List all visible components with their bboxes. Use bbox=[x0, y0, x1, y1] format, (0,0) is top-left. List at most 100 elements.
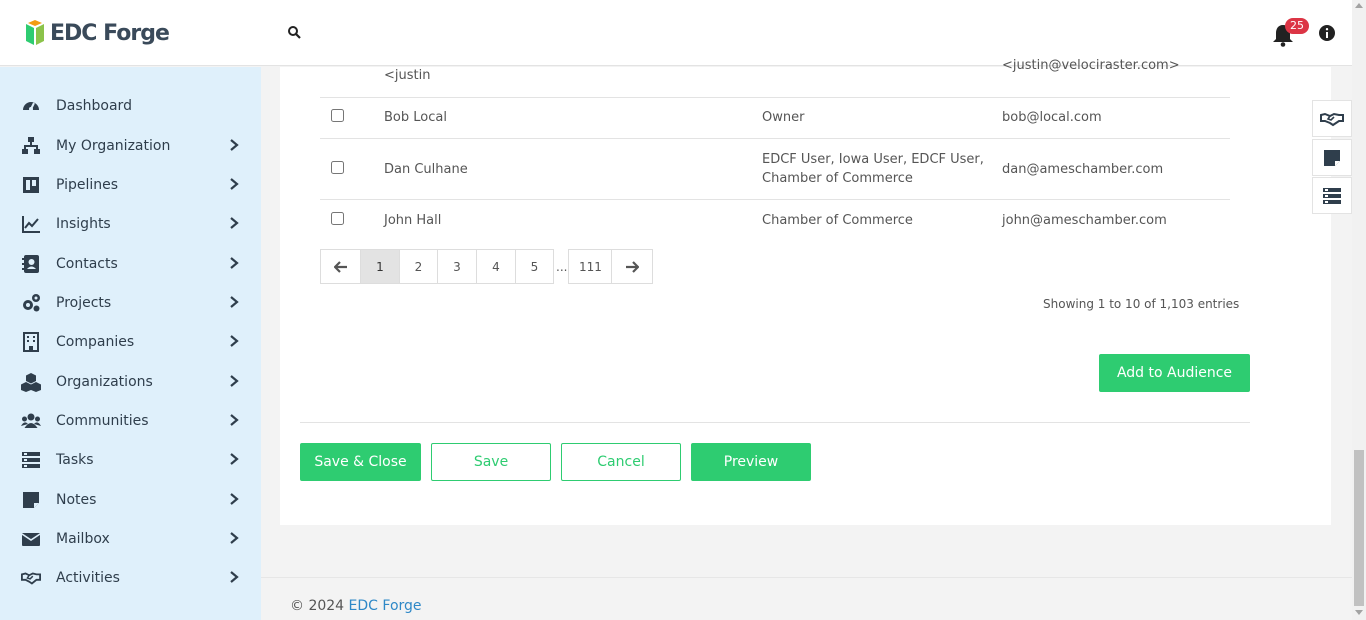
sidebar-item-label: Projects bbox=[56, 295, 112, 311]
sidebar-item-mailbox[interactable]: Mailbox bbox=[0, 521, 261, 557]
notification-count-badge: 25 bbox=[1285, 18, 1309, 34]
note-icon bbox=[1324, 149, 1340, 166]
next-page-button[interactable] bbox=[611, 249, 654, 284]
contact-name-cell: Dan Culhane bbox=[384, 162, 468, 177]
chevron-right-icon bbox=[230, 375, 239, 387]
task-tool-button[interactable] bbox=[1312, 177, 1352, 214]
entries-info: Showing 1 to 10 of 1,103 entries bbox=[1043, 297, 1240, 311]
sitemap-icon bbox=[22, 137, 40, 154]
scroll-up-arrow-icon[interactable] bbox=[1355, 3, 1363, 8]
sidebar-item-label: Dashboard bbox=[56, 98, 132, 114]
handshake-icon bbox=[1320, 112, 1344, 126]
sidebar-item-insights[interactable]: Insights bbox=[0, 206, 261, 242]
scrollbar-thumb[interactable] bbox=[1354, 450, 1364, 606]
section-divider bbox=[300, 422, 1250, 423]
preview-button[interactable]: Preview bbox=[691, 443, 811, 481]
contact-role-cell: Chamber of Commerce bbox=[762, 213, 913, 228]
sidebar-item-label: My Organization bbox=[56, 138, 171, 154]
prev-page-button[interactable] bbox=[320, 249, 361, 284]
footer-brand-link[interactable]: EDC Forge bbox=[349, 598, 422, 614]
contact-name-cell: John Hall bbox=[384, 213, 442, 228]
add-to-audience-button[interactable]: Add to Audience bbox=[1099, 354, 1250, 392]
sidebar-item-label: Tasks bbox=[56, 452, 94, 468]
page-footer: © 2024 EDC Forge bbox=[261, 577, 1352, 620]
chevron-right-icon bbox=[230, 257, 239, 269]
envelope-icon bbox=[21, 533, 41, 546]
page-button-5[interactable]: 5 bbox=[515, 249, 554, 284]
row-select-checkbox[interactable] bbox=[331, 212, 344, 225]
sidebar-item-label: Contacts bbox=[56, 256, 118, 272]
pagination-ellipsis: ... bbox=[556, 259, 568, 274]
chart-line-icon bbox=[22, 216, 40, 233]
cubes-icon bbox=[21, 373, 41, 392]
chevron-right-icon bbox=[230, 296, 239, 308]
copyright-text: © 2024 bbox=[290, 598, 345, 614]
contact-email-cell: john@ameschamber.com bbox=[1002, 213, 1167, 228]
contact-email-cell: bob@local.com bbox=[1002, 110, 1102, 125]
contact-name-cell: Bob Local bbox=[384, 110, 447, 125]
chevron-right-icon bbox=[230, 178, 239, 190]
dashboard-icon bbox=[23, 102, 39, 111]
activity-tool-button[interactable] bbox=[1312, 100, 1352, 137]
chevron-right-icon bbox=[230, 453, 239, 465]
arrow-right-icon bbox=[626, 260, 640, 273]
pagination: 1 2 3 4 5 ... 111 bbox=[320, 249, 654, 284]
contact-role-cell-line1: EDCF User, Iowa User, EDCF User, bbox=[762, 152, 984, 167]
page-button-1[interactable]: 1 bbox=[360, 249, 400, 284]
sidebar-item-companies[interactable]: Companies bbox=[0, 324, 261, 360]
sidebar-item-label: Organizations bbox=[56, 374, 153, 390]
contact-role-cell-line2: Chamber of Commerce bbox=[762, 171, 913, 186]
page-button-last[interactable]: 111 bbox=[568, 249, 613, 284]
pipeline-icon bbox=[23, 177, 39, 193]
sidebar-item-label: Activities bbox=[56, 570, 120, 586]
chevron-right-icon bbox=[230, 532, 239, 544]
arrow-left-icon bbox=[333, 260, 347, 273]
sidebar-item-label: Mailbox bbox=[56, 531, 110, 547]
info-icon[interactable] bbox=[1318, 24, 1336, 42]
chevron-right-icon bbox=[230, 139, 239, 151]
cogs-icon bbox=[23, 294, 40, 312]
tasks-icon bbox=[1323, 187, 1341, 204]
sidebar-item-pipelines[interactable]: Pipelines bbox=[0, 167, 261, 203]
building-icon bbox=[23, 332, 39, 352]
sidebar-item-notes[interactable]: Notes bbox=[0, 482, 261, 518]
chevron-right-icon bbox=[230, 335, 239, 347]
tasks-icon bbox=[22, 452, 40, 468]
contact-card-icon bbox=[22, 255, 39, 273]
save-close-button[interactable]: Save & Close bbox=[300, 443, 421, 481]
handshake-icon bbox=[21, 572, 41, 585]
cancel-button[interactable]: Cancel bbox=[561, 443, 681, 481]
footer-copyright: © 2024 EDC Forge bbox=[290, 598, 422, 614]
logo-mark-icon bbox=[26, 20, 44, 45]
sidebar-item-activities[interactable]: Activities bbox=[0, 560, 261, 596]
scroll-down-arrow-icon[interactable] bbox=[1355, 610, 1363, 615]
contact-email-cell: dan@ameschamber.com bbox=[1002, 162, 1164, 177]
chevron-right-icon bbox=[230, 217, 239, 229]
row-select-checkbox[interactable] bbox=[331, 109, 344, 122]
note-tool-button[interactable] bbox=[1312, 139, 1352, 176]
contact-name-cell: <justin bbox=[384, 68, 431, 83]
contact-role-cell: Owner bbox=[762, 110, 805, 125]
search-icon[interactable] bbox=[286, 24, 304, 42]
save-button[interactable]: Save bbox=[431, 443, 551, 481]
chevron-right-icon bbox=[230, 571, 239, 583]
sidebar-item-label: Communities bbox=[56, 413, 149, 429]
sidebar-item-projects[interactable]: Projects bbox=[0, 285, 261, 321]
sidebar-item-communities[interactable]: Communities bbox=[0, 403, 261, 439]
chevron-right-icon bbox=[230, 493, 239, 505]
sidebar-item-label: Companies bbox=[56, 334, 135, 350]
sidebar-item-tasks[interactable]: Tasks bbox=[0, 442, 261, 478]
row-select-checkbox[interactable] bbox=[331, 161, 344, 174]
sidebar-item-dashboard[interactable]: Dashboard bbox=[0, 88, 261, 124]
sidebar-item-my-organization[interactable]: My Organization bbox=[0, 128, 261, 164]
users-icon bbox=[21, 413, 41, 428]
sidebar: Dashboard My Organization Pipelines Insi… bbox=[0, 67, 261, 620]
sidebar-item-label: Pipelines bbox=[56, 177, 119, 193]
brand-name: EDC Forge bbox=[50, 20, 170, 46]
sidebar-item-organizations[interactable]: Organizations bbox=[0, 364, 261, 400]
page-button-4[interactable]: 4 bbox=[476, 249, 516, 284]
sidebar-item-contacts[interactable]: Contacts bbox=[0, 246, 261, 282]
page-button-3[interactable]: 3 bbox=[437, 249, 477, 284]
page-button-2[interactable]: 2 bbox=[399, 249, 438, 284]
brand-logo[interactable]: EDC Forge bbox=[24, 20, 170, 46]
